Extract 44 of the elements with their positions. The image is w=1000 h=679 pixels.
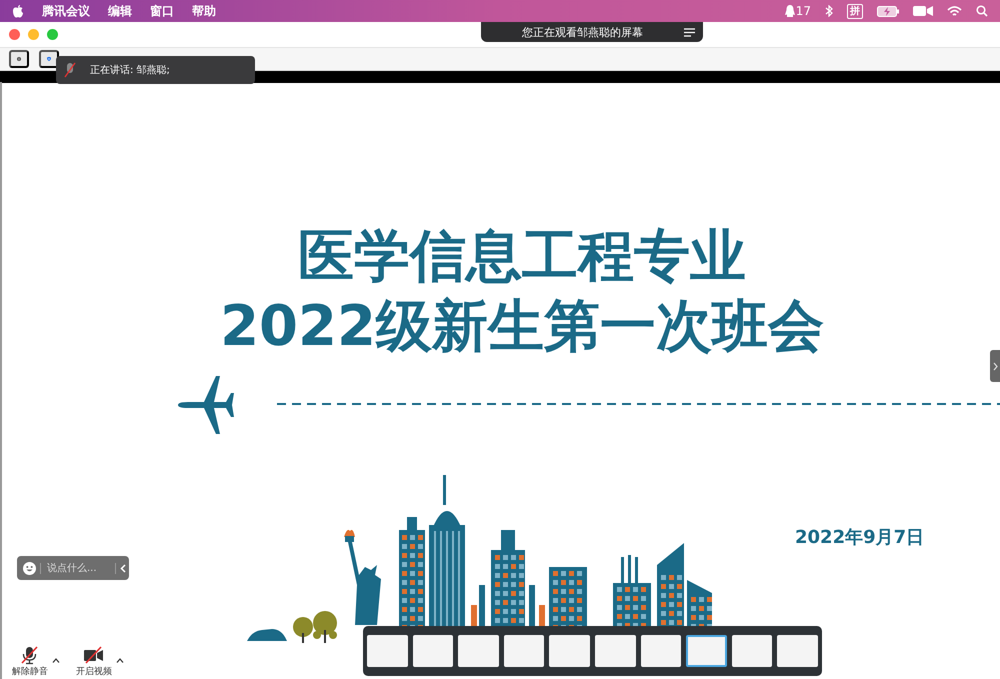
- video-camera-icon[interactable]: [913, 5, 933, 17]
- slide-thumbnail[interactable]: [412, 635, 454, 667]
- penguin-icon[interactable]: [784, 4, 795, 18]
- bluetooth-icon[interactable]: [825, 5, 833, 17]
- slide-date: 2022年9月7日: [795, 526, 924, 549]
- menu-icon[interactable]: [684, 28, 695, 36]
- slide-thumbnail[interactable]: [686, 635, 727, 667]
- slide-thumbnail[interactable]: [367, 635, 408, 667]
- slide-thumbnail[interactable]: [594, 635, 636, 667]
- chevron-icon: [992, 362, 998, 370]
- slide-thumbnail[interactable]: [732, 635, 772, 667]
- caret-icon[interactable]: [116, 658, 124, 663]
- emoji-icon[interactable]: [23, 562, 36, 574]
- chat-bar[interactable]: 说点什么...: [17, 556, 129, 580]
- slide-thumbnail[interactable]: [504, 635, 544, 667]
- slide-thumbnail[interactable]: [549, 635, 590, 667]
- battery-icon[interactable]: [877, 6, 899, 16]
- side-panel-toggle[interactable]: [990, 350, 1000, 382]
- menu-item[interactable]: 帮助: [192, 2, 216, 20]
- search-icon[interactable]: [976, 5, 988, 17]
- slide-thumbnail[interactable]: [777, 635, 818, 667]
- notification-count: 17: [796, 4, 811, 18]
- slide-thumbnail[interactable]: [640, 635, 682, 667]
- start-video-button[interactable]: 开启视频: [76, 646, 112, 678]
- wifi-icon[interactable]: [947, 6, 962, 16]
- maximize-button[interactable]: [47, 29, 58, 40]
- speaker-status: 正在讲话: 邹燕聪;: [90, 64, 170, 77]
- muted-camera-icon: [84, 646, 104, 665]
- unmute-button[interactable]: 解除静音: [12, 646, 48, 678]
- caret-icon[interactable]: [52, 658, 60, 663]
- screen-share-notice: 您正在观看邹燕聪的屏幕: [521, 24, 644, 40]
- input-method-indicator[interactable]: 拼: [847, 4, 863, 18]
- slide-thumbnail[interactable]: [458, 635, 499, 667]
- menu-item[interactable]: 腾讯会议: [42, 2, 90, 20]
- slide-title: 医学信息工程专业 2022级新生第一次班会: [219, 223, 825, 361]
- info-button[interactable]: [9, 50, 29, 68]
- security-button[interactable]: [39, 50, 59, 68]
- close-button[interactable]: [9, 29, 20, 40]
- menu-item[interactable]: 窗口: [150, 2, 174, 20]
- chat-input-field[interactable]: 说点什么...: [40, 562, 116, 574]
- menu-item[interactable]: 编辑: [108, 2, 132, 20]
- collapse-chevron-icon[interactable]: [120, 564, 126, 572]
- apple-icon[interactable]: [12, 4, 24, 18]
- airplane-icon: [178, 375, 234, 435]
